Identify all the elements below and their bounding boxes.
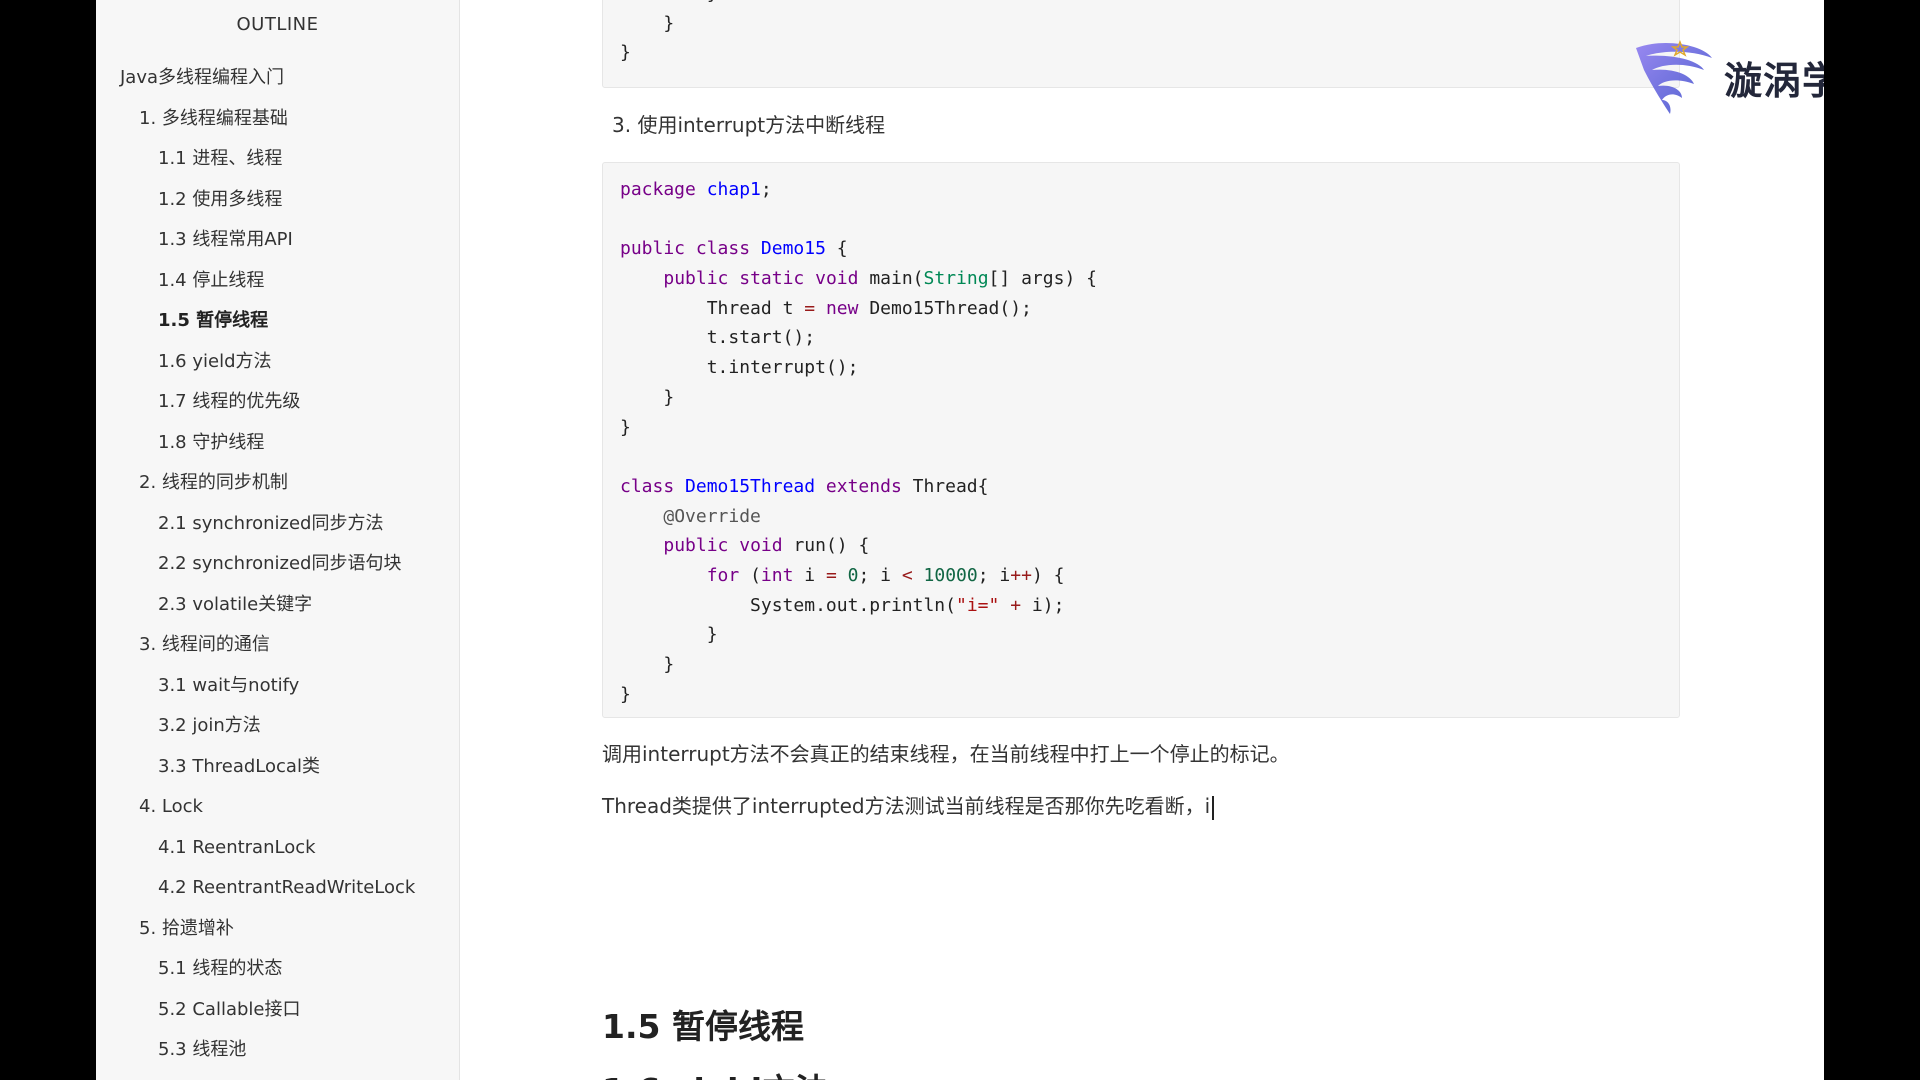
code-line: } <box>706 624 718 646</box>
outline-item[interactable]: 1.6 yield方法 <box>96 342 459 383</box>
outline-item[interactable]: 1.2 使用多线程 <box>96 180 459 221</box>
heading-pause-thread[interactable]: 1.5 暂停线程 <box>602 1000 804 1048</box>
paragraph-interrupt-note[interactable]: 调用interrupt方法不会真正的结束线程，在当前线程中打上一个停止的标记。 <box>602 738 1290 767</box>
code-line: } <box>663 654 675 675</box>
code-line: t.start(); <box>706 327 816 349</box>
outline-item[interactable]: Java多线程编程入门 <box>96 58 459 99</box>
outline-item[interactable]: 5.3 线程池 <box>96 1030 459 1071</box>
list-item-interrupt[interactable]: 3. 使用interrupt方法中断线程 <box>612 108 885 142</box>
heading-yield-method[interactable]: 1.6 yield方法 <box>602 1064 828 1080</box>
outline-item[interactable]: 1.1 进程、线程 <box>96 139 459 180</box>
outline-item[interactable]: 2.1 synchronized同步方法 <box>96 504 459 545</box>
code-line: } <box>620 12 675 34</box>
outline-item[interactable]: 4.1 ReentranLock <box>96 828 459 869</box>
paragraph-text: Thread类提供了interrupted方法测试当前线程是否那你先吃看断，i <box>602 794 1211 818</box>
outline-item[interactable]: 3. 线程间的通信 <box>96 625 459 666</box>
outline-item[interactable]: 5. 拾遗增补 <box>96 909 459 950</box>
code-line: } <box>620 683 631 705</box>
outline-title: OUTLINE <box>236 14 319 35</box>
outline-item[interactable]: 2.2 synchronized同步语句块 <box>96 544 459 585</box>
typora-window: OUTLINE Java多线程编程入门 1. 多线程编程基础 1.1 进程、线程 1.… <box>96 0 1824 1080</box>
outline-item[interactable]: 1.8 守护线程 <box>96 423 459 464</box>
logo-text: 漩涡学院 <box>1724 59 1824 103</box>
outline-item[interactable]: 3.1 wait与notify <box>96 666 459 707</box>
paragraph-interrupted-method[interactable]: Thread类提供了interrupted方法测试当前线程是否那你先吃看断，i <box>602 790 1215 820</box>
outline-item[interactable]: 1.3 线程常用API <box>96 220 459 261</box>
outline-item[interactable]: 1.4 停止线程 <box>96 261 459 302</box>
code-line: public void run() { <box>663 535 870 557</box>
outline-item[interactable]: 5.2 Callable接口 <box>96 990 459 1031</box>
code-line: package chap1; <box>620 179 772 200</box>
text-cursor <box>1212 795 1215 820</box>
outline-item[interactable]: 4. Lock <box>96 787 459 828</box>
code-line: for (int i = 0; i < 10000; i++) { <box>706 564 1065 586</box>
code-line: @Override <box>663 505 761 527</box>
code-block-demo15[interactable]: package chap1; public class Demo15 { publ… <box>602 162 1680 718</box>
outline-item[interactable]: 4.2 ReentrantReadWriteLock <box>96 868 459 909</box>
outline-item[interactable]: 1.5 暂停线程 <box>96 301 459 342</box>
outline-item[interactable]: 1.7 线程的优先级 <box>96 382 459 423</box>
swirl-logo-icon <box>1636 39 1712 114</box>
outline-item[interactable]: 1. 多线程编程基础 <box>96 99 459 140</box>
previous-code-block[interactable]: } } } <box>602 0 1680 88</box>
code-line: class Demo15Thread extends Thread{ <box>620 475 989 497</box>
code-line: public static void main(String[] args) { <box>663 268 1097 290</box>
outline-item[interactable]: 3.2 join方法 <box>96 706 459 747</box>
outline-item[interactable]: 2. 线程的同步机制 <box>96 463 459 504</box>
outline-item[interactable]: 3.3 ThreadLocal类 <box>96 747 459 788</box>
outline-sidebar: OUTLINE Java多线程编程入门 1. 多线程编程基础 1.1 进程、线程 1.… <box>96 0 460 1080</box>
outline-list: Java多线程编程入门 1. 多线程编程基础 1.1 进程、线程 1.2 使用多线程 1… <box>96 58 459 1071</box>
code-line: } <box>620 42 631 64</box>
document-content[interactable]: } } } 3. 使用interrupt方法中断线程 package chap1… <box>602 0 1682 1080</box>
code-line: } <box>620 416 631 438</box>
code-line: } <box>620 0 718 9</box>
code-line: public class Demo15 { <box>620 238 848 260</box>
logo: 漩涡学院 <box>1632 38 1824 118</box>
code-line: System.out.println("i=" + i); <box>750 594 1065 616</box>
outline-item[interactable]: 5.1 线程的状态 <box>96 949 459 990</box>
code-line: } <box>663 386 675 408</box>
outline-item[interactable]: 2.3 volatile关键字 <box>96 585 459 626</box>
code-line: t.interrupt(); <box>706 357 859 379</box>
code-line: Thread t = new Demo15Thread(); <box>706 297 1032 319</box>
